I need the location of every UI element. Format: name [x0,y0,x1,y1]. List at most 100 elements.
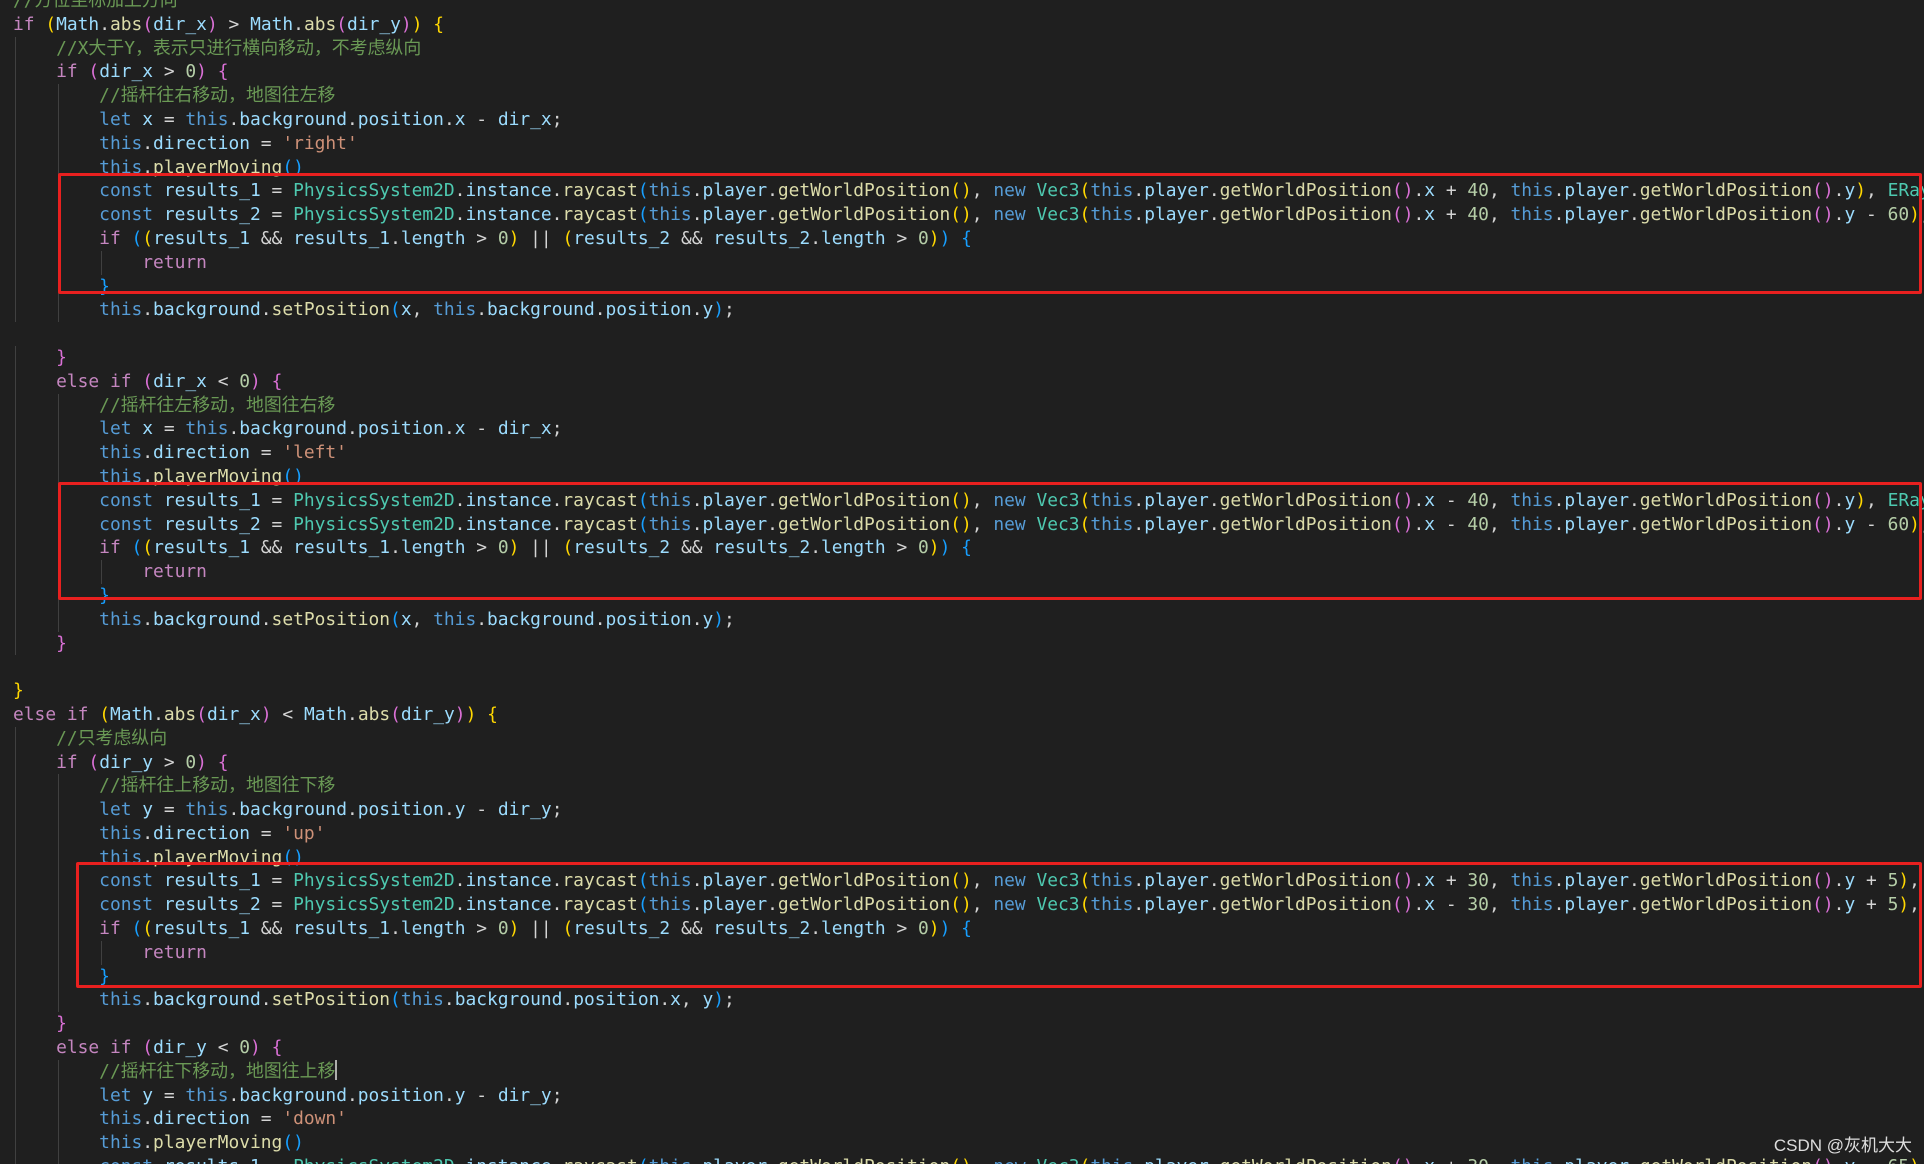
code-line[interactable]: this.playerMoving() [13,845,1924,870]
code-token: x [454,108,466,130]
code-token: , [1909,894,1920,916]
code-line[interactable]: const results_1 = PhysicsSystem2D.instan… [13,869,1924,894]
code-token: this [99,132,143,154]
code-token: 60 [1887,513,1910,535]
code-line[interactable]: const results_2 = PhysicsSystem2D.instan… [13,893,1924,918]
indent-guide [58,988,60,1013]
code-token: this [99,156,143,178]
code-token: player [702,180,768,202]
code-line[interactable]: else if (dir_y < 0) { [13,1036,1924,1060]
code-token: . [691,489,703,511]
code-line[interactable]: let x = this.background.position.x - dir… [13,107,1924,132]
code-line[interactable]: const results_1 = PhysicsSystem2D.instan… [13,1155,1924,1164]
code-token: x [670,989,681,1011]
code-token: x [1424,894,1436,916]
code-line[interactable]: else if (Math.abs(dir_x) < Math.abs(dir_… [13,703,1924,727]
code-view[interactable]: //方位坐标加上方向 if (Math.abs(dir_x) > Math.abs… [13,0,1924,1164]
code-token: this [1510,489,1554,511]
indent-guide [58,1083,60,1108]
indent-guide [58,1107,60,1132]
code-line[interactable]: //只考虑纵向 [13,726,1924,751]
code-token: player [1564,204,1629,226]
code-line[interactable]: this.direction = 'up' [13,821,1924,846]
code-line[interactable]: if (dir_x > 0) { [13,60,1924,85]
code-line[interactable]: this.background.setPosition(this.backgro… [13,988,1924,1013]
code-token: ( [1079,894,1091,916]
code-line[interactable]: if (dir_y > 0) { [13,750,1924,775]
code-line[interactable]: this.background.setPosition(x, this.back… [13,298,1924,323]
code-line[interactable]: if ((results_1 && results_1.length > 0) … [13,917,1924,941]
code-line[interactable]: if (Math.abs(dir_x) > Math.abs(dir_y)) { [13,13,1924,37]
code-line[interactable]: let y = this.background.position.y - dir… [13,798,1924,822]
code-token: getWorldPosition [1639,870,1813,892]
code-line[interactable]: } [13,679,1924,703]
code-token: raycast [562,894,638,916]
code-line[interactable]: return [13,250,1924,275]
code-token: } [56,1013,67,1035]
code-line[interactable]: if ((results_1 && results_1.length > 0) … [13,226,1924,251]
code-token: x [454,418,466,440]
code-line[interactable]: } [13,345,1924,370]
code-token: 0 [239,1037,251,1059]
code-token: } [99,275,110,297]
code-token: ) [196,61,207,83]
code-line[interactable]: this.direction = 'left' [13,441,1924,465]
code-token: instance [465,180,552,202]
code-token: . [551,894,563,916]
code-line[interactable]: this.playerMoving() [13,464,1924,489]
code-token: , [1488,894,1511,916]
code-line[interactable]: const results_1 = PhysicsSystem2D.instan… [13,488,1924,513]
code-line[interactable]: const results_2 = PhysicsSystem2D.instan… [13,512,1924,537]
code-line[interactable]: //摇杆往左移动，地图往右移 [13,393,1924,418]
code-line[interactable]: this.playerMoving() [13,1131,1924,1156]
code-line[interactable]: //摇杆往下移动，地图往上移 [13,1059,1924,1084]
code-line[interactable] [13,655,1924,679]
code-line[interactable]: //X大于Y，表示只进行横向移动，不考虑纵向 [13,36,1924,61]
code-token: . [1413,870,1425,892]
code-line[interactable]: } [13,274,1924,299]
code-line[interactable]: } [13,631,1924,656]
code-token: ( [336,13,348,35]
code-token: . [1414,1156,1425,1164]
code-line[interactable]: return [13,940,1924,965]
code-token: y [1844,204,1856,226]
code-token: this [1090,1156,1133,1164]
code-line[interactable]: let x = this.background.position.x - dir… [13,417,1924,442]
code-token: y [702,989,714,1011]
code-editor[interactable]: //方位坐标加上方向 if (Math.abs(dir_x) > Math.abs… [0,0,1924,1164]
code-token: x [1424,1156,1435,1164]
code-token: . [1833,870,1845,892]
code-token: () [1391,870,1414,892]
code-token: ) [1898,870,1910,892]
code-token: Vec3 [1036,489,1080,511]
code-token: . [390,918,401,940]
code-token: , [411,299,434,321]
code-line[interactable]: //方位坐标加上方向 [13,0,1924,13]
code-line[interactable]: this.playerMoving() [13,155,1924,180]
code-line[interactable]: } [13,1012,1924,1037]
code-token: || [519,227,563,249]
code-line[interactable]: } [13,964,1924,989]
code-token: length [821,227,886,249]
code-line[interactable]: //摇杆往右移动，地图往左移 [13,84,1924,108]
code-line[interactable]: return [13,560,1924,584]
code-token: let [99,799,132,821]
indent-guide [58,845,60,870]
code-line[interactable]: if ((results_1 && results_1.length > 0) … [13,536,1924,561]
code-line[interactable]: const results_2 = PhysicsSystem2D.instan… [13,203,1924,227]
code-token: getWorldPosition [777,513,951,535]
code-token: ) [1855,180,1867,202]
code-line[interactable]: this.direction = 'right' [13,131,1924,156]
code-line[interactable]: const results_1 = PhysicsSystem2D.instan… [13,179,1924,204]
code-line[interactable]: let y = this.background.position.y - dir… [13,1083,1924,1108]
code-line[interactable]: this.background.setPosition(x, this.back… [13,607,1924,632]
code-line[interactable]: //摇杆往上移动，地图往下移 [13,774,1924,799]
code-line[interactable] [13,322,1924,346]
code-line[interactable]: } [13,583,1924,608]
code-token: return [142,561,207,583]
code-token: ( [99,703,110,725]
code-token: 'down' [282,1108,347,1130]
code-token: < [271,703,304,725]
code-line[interactable]: else if (dir_x < 0) { [13,369,1924,394]
code-line[interactable]: this.direction = 'down' [13,1107,1924,1132]
